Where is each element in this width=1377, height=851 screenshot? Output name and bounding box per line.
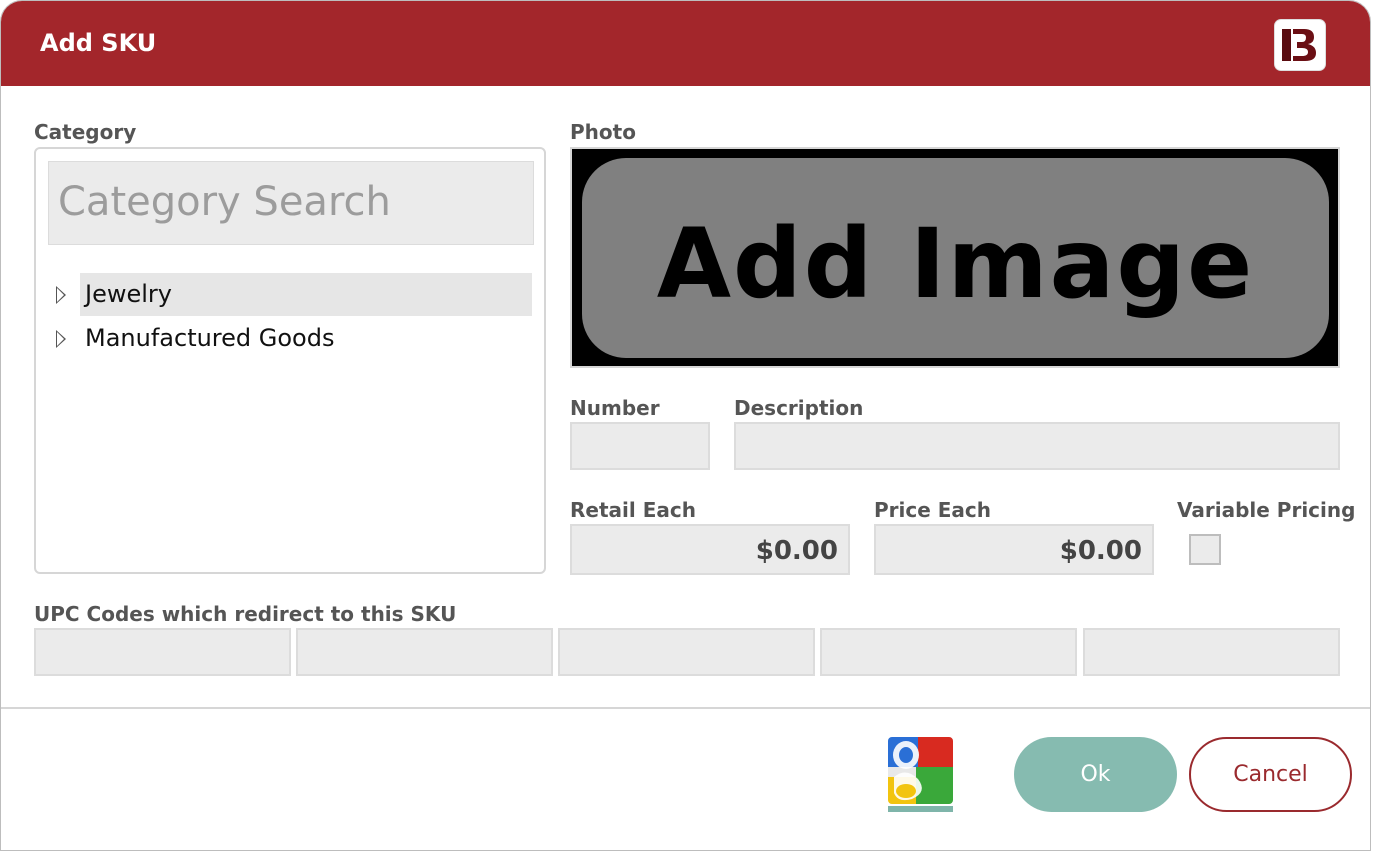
photo-label: Photo <box>570 120 636 144</box>
cancel-button[interactable]: Cancel <box>1189 737 1352 812</box>
upc-input-4[interactable] <box>820 628 1077 676</box>
add-image-button[interactable]: Add Image <box>582 158 1329 358</box>
logo-glyph-icon <box>1282 29 1316 61</box>
retail-each-label: Retail Each <box>570 498 696 522</box>
variable-pricing-checkbox[interactable] <box>1189 534 1221 565</box>
tree-item-manufactured-goods[interactable]: Manufactured Goods <box>56 317 532 360</box>
app-logo-icon <box>1274 19 1326 71</box>
dialog-title: Add SKU <box>40 29 157 57</box>
upc-input-1[interactable] <box>34 628 291 676</box>
category-tree: Category Search Jewelry Manufactured Goo… <box>34 147 546 574</box>
title-bar: Add SKU <box>1 1 1370 86</box>
expand-arrow-icon[interactable] <box>56 285 66 304</box>
number-label: Number <box>570 396 660 420</box>
photo-area[interactable]: Add Image <box>570 147 1340 368</box>
description-input[interactable] <box>734 422 1340 470</box>
add-image-text: Add Image <box>656 208 1255 320</box>
upc-input-3[interactable] <box>558 628 815 676</box>
footer-divider <box>1 707 1370 709</box>
ok-button[interactable]: Ok <box>1014 737 1177 812</box>
number-input[interactable] <box>570 422 710 470</box>
google-search-button[interactable] <box>888 737 953 812</box>
variable-pricing-label: Variable Pricing <box>1177 498 1356 522</box>
tree-item-label: Manufactured Goods <box>85 324 335 352</box>
upc-input-5[interactable] <box>1083 628 1340 676</box>
category-search-input[interactable]: Category Search <box>48 161 534 245</box>
google-button-underline <box>888 806 953 812</box>
google-icon[interactable] <box>888 737 953 804</box>
price-each-label: Price Each <box>874 498 992 522</box>
tree-item-jewelry[interactable]: Jewelry <box>56 273 532 316</box>
add-sku-dialog: Add SKU Category Category Search Jewelry… <box>0 0 1371 851</box>
description-label: Description <box>734 396 864 420</box>
price-each-input[interactable]: $0.00 <box>874 524 1154 575</box>
tree-item-label: Jewelry <box>80 273 532 316</box>
retail-each-input[interactable]: $0.00 <box>570 524 850 575</box>
expand-arrow-icon[interactable] <box>56 329 66 348</box>
upc-input-2[interactable] <box>296 628 553 676</box>
category-label: Category <box>34 120 137 144</box>
upc-label: UPC Codes which redirect to this SKU <box>34 602 457 626</box>
